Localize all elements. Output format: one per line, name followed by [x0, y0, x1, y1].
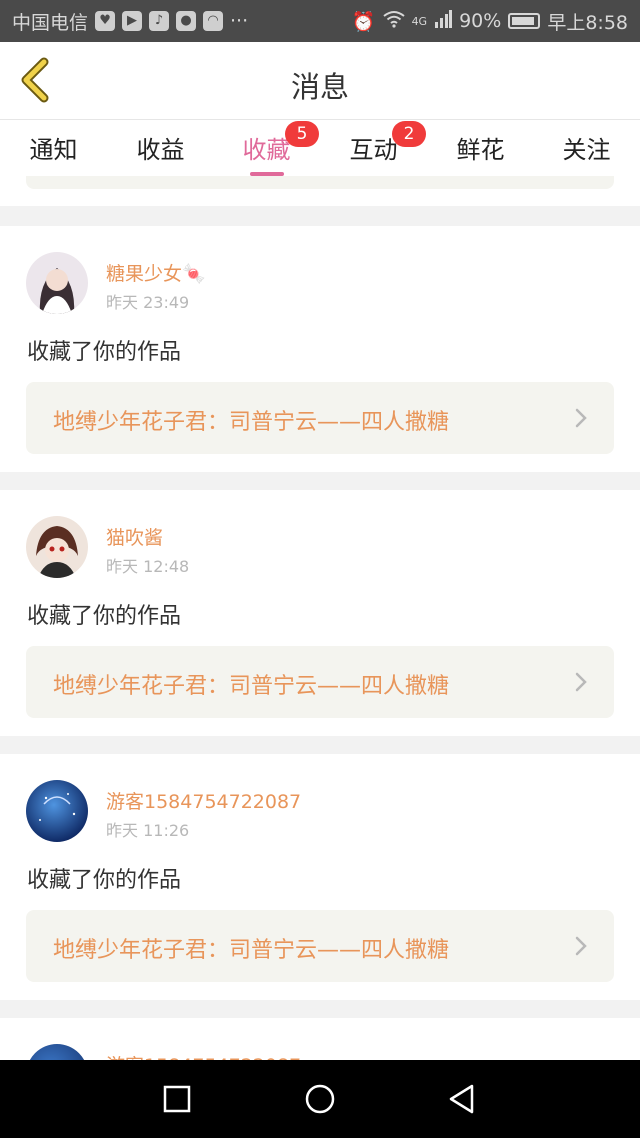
tab-interactions[interactable]: 互动 2: [320, 121, 427, 176]
tab-notifications[interactable]: 通知: [0, 130, 107, 176]
chevron-right-icon: [575, 672, 587, 692]
square-icon: [163, 1085, 191, 1113]
message-list[interactable]: 糖果少女🍬 昨天 23:49 收藏了你的作品 地缚少年花子君：司普宁云——四人撒…: [0, 176, 640, 1060]
tab-label: 收益: [136, 136, 185, 164]
username[interactable]: 游客1584754722087: [106, 1051, 301, 1060]
interactions-badge: 2: [392, 121, 426, 147]
tab-bar: 通知 收益 收藏 5 互动 2 鲜花 关注: [0, 120, 640, 176]
avatar[interactable]: [26, 780, 88, 842]
battery-icon: [508, 13, 541, 29]
alarm-icon: ⏰: [351, 10, 376, 33]
work-title: 地缚少年花子君：司普宁云——四人撒糖: [53, 938, 450, 963]
list-item: 猫吹酱 昨天 12:48 收藏了你的作品 地缚少年花子君：司普宁云——四人撒糖: [0, 490, 640, 736]
system-nav-bar: [0, 1060, 640, 1138]
list-item: 游客1584754722087 昨天 11:26 收藏了你的作品 地缚少年花子君…: [0, 754, 640, 1000]
list-item: 游客1584754722087: [0, 1018, 640, 1060]
work-link[interactable]: 地缚少年花子君：司普宁云——四人撒糖: [26, 910, 614, 982]
username[interactable]: 游客1584754722087: [106, 787, 301, 814]
action-text: 收藏了你的作品: [27, 340, 182, 365]
tab-label: 收藏: [242, 136, 291, 164]
page-title: 消息: [290, 70, 349, 104]
triangle-back-icon: [449, 1084, 474, 1114]
header: 消息: [0, 42, 640, 120]
heart-pulse-icon: ♥: [95, 11, 116, 31]
tab-label: 通知: [29, 136, 78, 164]
avatar[interactable]: [26, 516, 88, 578]
username[interactable]: 猫吹酱: [106, 523, 163, 550]
tab-earnings[interactable]: 收益: [107, 130, 214, 176]
clock: 早上8:58: [547, 11, 628, 34]
timestamp: 昨天 11:26: [106, 821, 190, 840]
app-icon: ◠: [203, 11, 224, 31]
status-bar: 中国电信 ♥ ▶ ♪ ● ◠ ··· ⏰ 4G 90% 早上8:58: [0, 0, 640, 42]
carrier-label: 中国电信: [12, 11, 89, 34]
username[interactable]: 糖果少女🍬: [106, 259, 206, 286]
work-link[interactable]: 地缚少年花子君：司普宁云——四人撒糖: [26, 646, 614, 718]
signal-icon: [434, 9, 453, 33]
favorites-badge: 5: [285, 121, 319, 147]
chevron-right-icon: [575, 936, 587, 956]
tab-flowers[interactable]: 鲜花: [427, 130, 534, 176]
action-text: 收藏了你的作品: [27, 868, 182, 893]
work-title: 地缚少年花子君：司普宁云——四人撒糖: [53, 674, 450, 699]
timestamp: 昨天 23:49: [106, 293, 190, 312]
work-title: 地缚少年花子君：司普宁云——四人撒糖: [53, 410, 450, 435]
tab-label: 互动: [349, 136, 398, 164]
timestamp: 昨天 12:48: [106, 557, 190, 576]
battery-percent: 90%: [459, 10, 502, 32]
wifi-icon: [382, 10, 405, 33]
circle-icon: [305, 1084, 335, 1114]
tiktok-icon: ♪: [149, 11, 170, 31]
home-button[interactable]: [303, 1082, 337, 1116]
action-text: 收藏了你的作品: [27, 604, 182, 629]
avatar[interactable]: [26, 252, 88, 314]
tab-following[interactable]: 关注: [533, 130, 640, 176]
tab-favorites[interactable]: 收藏 5: [213, 121, 320, 176]
recent-apps-button[interactable]: [160, 1082, 194, 1116]
tab-label: 鲜花: [456, 136, 505, 164]
network-type: 4G: [411, 14, 428, 28]
more-notifications: ···: [230, 10, 249, 32]
back-nav-button[interactable]: [445, 1082, 479, 1116]
avatar[interactable]: [26, 1044, 88, 1060]
work-link[interactable]: 地缚少年花子君：司普宁云——四人撒糖: [26, 382, 614, 454]
list-item: 糖果少女🍬 昨天 23:49 收藏了你的作品 地缚少年花子君：司普宁云——四人撒…: [0, 226, 640, 472]
video-icon: ▶: [122, 11, 143, 31]
chevron-right-icon: [575, 408, 587, 428]
tab-label: 关注: [562, 136, 611, 164]
qq-icon: ●: [176, 11, 197, 31]
list-item-partial: [0, 176, 640, 206]
